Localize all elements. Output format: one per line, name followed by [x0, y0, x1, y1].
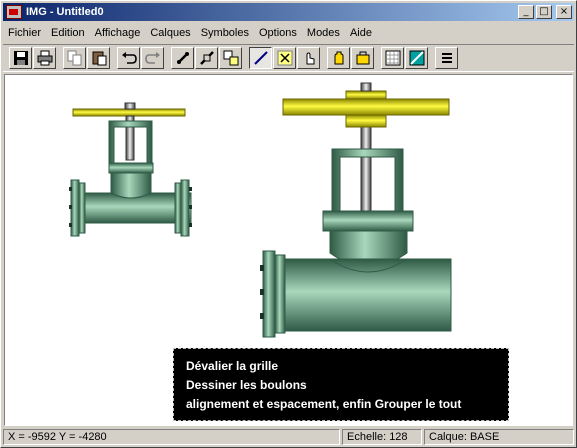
- large-handwheel: [282, 98, 450, 116]
- small-valve[interactable]: [69, 102, 192, 237]
- grid-button[interactable]: [381, 47, 404, 69]
- app-window: IMG - Untitled0 _ □ × Fichier Edition Af…: [0, 0, 577, 448]
- undo-button[interactable]: [117, 47, 140, 69]
- print-icon: [37, 50, 52, 66]
- window-controls: _ □ ×: [518, 5, 572, 19]
- layer-button[interactable]: [351, 47, 374, 69]
- maximize-button[interactable]: □: [536, 5, 552, 19]
- redo-button[interactable]: [141, 47, 164, 69]
- hand-pointer-icon: [306, 52, 314, 65]
- note-line: Dessiner les boulons: [186, 378, 307, 392]
- group-button[interactable]: [219, 47, 242, 69]
- coords-readout: X = -9592 Y = -4280: [3, 429, 340, 445]
- menu-bar: Fichier Edition Affichage Calques Symbol…: [3, 23, 574, 42]
- large-valve[interactable]: [260, 82, 452, 338]
- unlink-icon: [199, 51, 214, 65]
- large-pipe: [262, 258, 452, 332]
- menu-lines-icon: [441, 53, 452, 63]
- layer-icon: [356, 51, 369, 65]
- menu-affichage[interactable]: Affichage: [90, 27, 146, 39]
- close-button[interactable]: ×: [556, 5, 572, 19]
- move-button[interactable]: [327, 47, 350, 69]
- menu-fichier[interactable]: Fichier: [3, 27, 46, 39]
- link-button[interactable]: [171, 47, 194, 69]
- minimize-button[interactable]: _: [518, 5, 534, 19]
- unlink-button[interactable]: [195, 47, 218, 69]
- move-icon: [334, 51, 343, 65]
- link-icon: [176, 52, 189, 64]
- menu-aide[interactable]: Aide: [345, 27, 377, 39]
- layer-readout: Calque: BASE: [424, 429, 574, 445]
- hand-pointer-button[interactable]: [297, 47, 320, 69]
- small-handwheel: [72, 108, 186, 117]
- toolbar: [3, 44, 574, 72]
- app-icon[interactable]: [6, 5, 22, 19]
- draw-line-button[interactable]: [249, 47, 272, 69]
- save-button[interactable]: [9, 47, 32, 69]
- menu-symboles[interactable]: Symboles: [196, 27, 254, 39]
- print-button[interactable]: [33, 47, 56, 69]
- window-title: IMG - Untitled0: [26, 6, 104, 18]
- select-node-button[interactable]: [273, 47, 296, 69]
- note-line: Dévalier la grille: [186, 359, 279, 373]
- grid-icon: [385, 50, 400, 66]
- select-node-icon: [277, 50, 292, 66]
- menu-options[interactable]: Options: [254, 27, 302, 39]
- color-button[interactable]: [405, 47, 428, 69]
- paste-icon: [92, 51, 106, 66]
- copy-icon: [67, 50, 81, 66]
- title-bar[interactable]: IMG - Untitled0 _ □ ×: [3, 3, 574, 21]
- note-line: alignement et espacement, enfin Grouper …: [186, 397, 462, 411]
- annotation-note[interactable]: Dévalier la grille Dessiner les boulons …: [173, 348, 509, 421]
- menu-modes[interactable]: Modes: [302, 27, 345, 39]
- scale-readout: Echelle: 128: [342, 429, 422, 445]
- group-icon: [223, 50, 238, 66]
- draw-line-icon: [253, 51, 268, 65]
- menu-lines-button[interactable]: [435, 47, 458, 69]
- paste-button[interactable]: [87, 47, 110, 69]
- copy-button[interactable]: [63, 47, 86, 69]
- drawing-canvas[interactable]: Dévalier la grille Dessiner les boulons …: [4, 74, 573, 426]
- redo-icon: [144, 52, 160, 64]
- menu-edition[interactable]: Edition: [46, 27, 90, 39]
- large-stem: [360, 114, 372, 216]
- status-bar: X = -9592 Y = -4280 Echelle: 128 Calque:…: [3, 429, 574, 446]
- menu-calques[interactable]: Calques: [145, 27, 195, 39]
- color-icon: [409, 50, 424, 66]
- undo-icon: [121, 52, 137, 64]
- save-icon: [13, 51, 28, 65]
